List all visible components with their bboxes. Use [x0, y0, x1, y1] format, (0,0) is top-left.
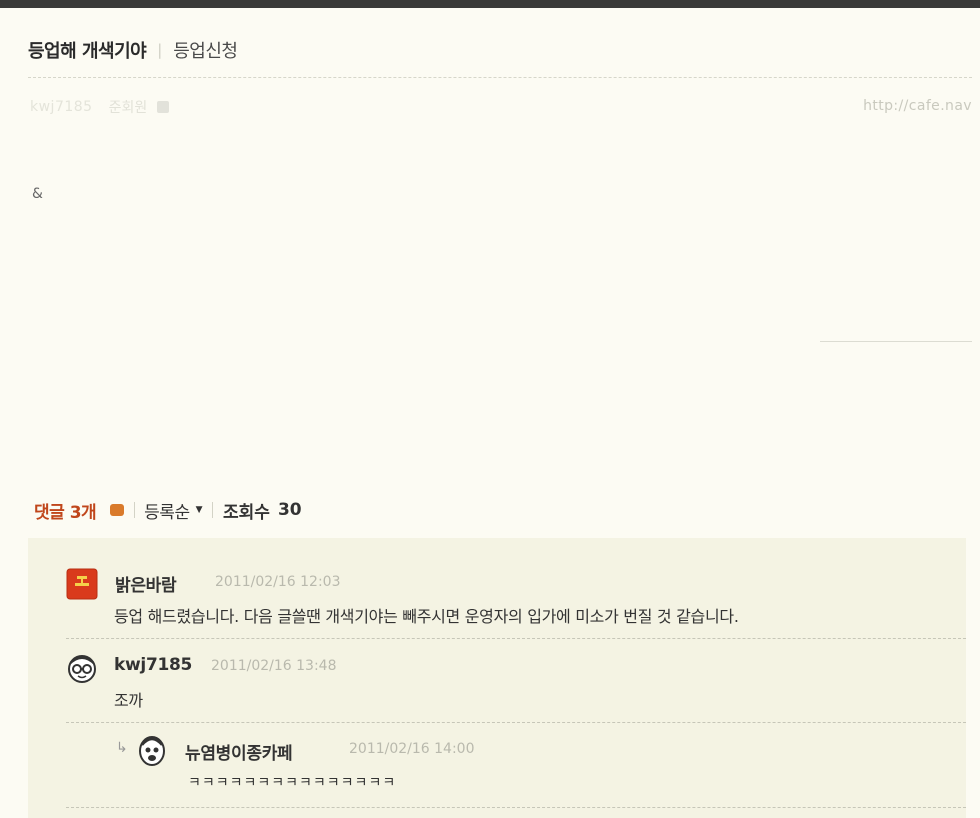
sort-dropdown[interactable]: 등록순 ▼: [144, 498, 212, 523]
author-row: kwj7185 준회원: [30, 96, 170, 118]
comment-date: 2011/02/16 12:03: [215, 574, 341, 590]
glasses-face-icon[interactable]: [66, 652, 98, 684]
comment-author[interactable]: 뉴염병이종카페: [185, 739, 293, 764]
views-count: 30: [277, 500, 302, 520]
sort-label: 등록순: [144, 502, 190, 523]
title-separator: |: [157, 41, 163, 59]
top-bar: [0, 0, 980, 8]
header-divider: [28, 77, 972, 78]
divider: [134, 502, 136, 518]
red-badge-icon[interactable]: [66, 568, 98, 600]
face-icon[interactable]: [136, 735, 168, 767]
caret-down-icon: ▼: [195, 505, 203, 515]
comment-author[interactable]: kwj7185: [114, 655, 192, 675]
reply-arrow-icon: ↳: [116, 740, 128, 756]
post-url-link[interactable]: http://cafe.nav: [863, 98, 972, 114]
content-divider: [820, 341, 972, 342]
comment-toggle-icon[interactable]: [110, 504, 125, 516]
views-label: 조회수: [223, 502, 270, 523]
comment-date: 2011/02/16 13:48: [211, 658, 337, 674]
rank-badge-icon: [157, 101, 170, 113]
comment-date: 2011/02/16 14:00: [349, 741, 475, 757]
divider: [212, 502, 214, 518]
comment-label-text: 댓글: [34, 502, 65, 523]
comment-item: 밝은바람 2011/02/16 12:03 등업 해드렸습니다. 다음 글쓸땐 …: [28, 538, 966, 639]
comment-count: 3개: [69, 502, 97, 523]
comment-label[interactable]: 댓글 3개: [34, 498, 97, 523]
comment-list: 밝은바람 2011/02/16 12:03 등업 해드렸습니다. 다음 글쓸땐 …: [28, 538, 966, 818]
post-body: &: [32, 186, 43, 202]
author-rank: 준회원: [108, 100, 148, 116]
post-title: 등업해 개색기야: [28, 41, 147, 62]
comment-text: 등업 해드렸습니다. 다음 글쓸땐 개색기야는 빼주시면 운영자의 입가에 미소…: [114, 607, 739, 626]
author-name[interactable]: kwj7185: [30, 99, 93, 115]
comment-divider: [66, 807, 966, 808]
comment-text: 조까: [114, 691, 143, 710]
comment-author[interactable]: 밝은바람: [115, 571, 177, 596]
comment-bar: 댓글 3개 등록순 ▼ 조회수 30: [34, 496, 302, 524]
comment-item: kwj7185 2011/02/16 13:48 조까: [28, 638, 966, 723]
reply-item: ↳ 뉴염병이종카페 2011/02/16 14:00 ㅋㅋㅋㅋㅋㅋㅋㅋㅋㅋㅋㅋㅋ…: [28, 722, 966, 818]
comment-text: ㅋㅋㅋㅋㅋㅋㅋㅋㅋㅋㅋㅋㅋㅋㅋ: [188, 775, 397, 791]
board-link[interactable]: 등업신청: [173, 37, 238, 63]
post-title-row: 등업해 개색기야 | 등업신청: [28, 36, 238, 64]
